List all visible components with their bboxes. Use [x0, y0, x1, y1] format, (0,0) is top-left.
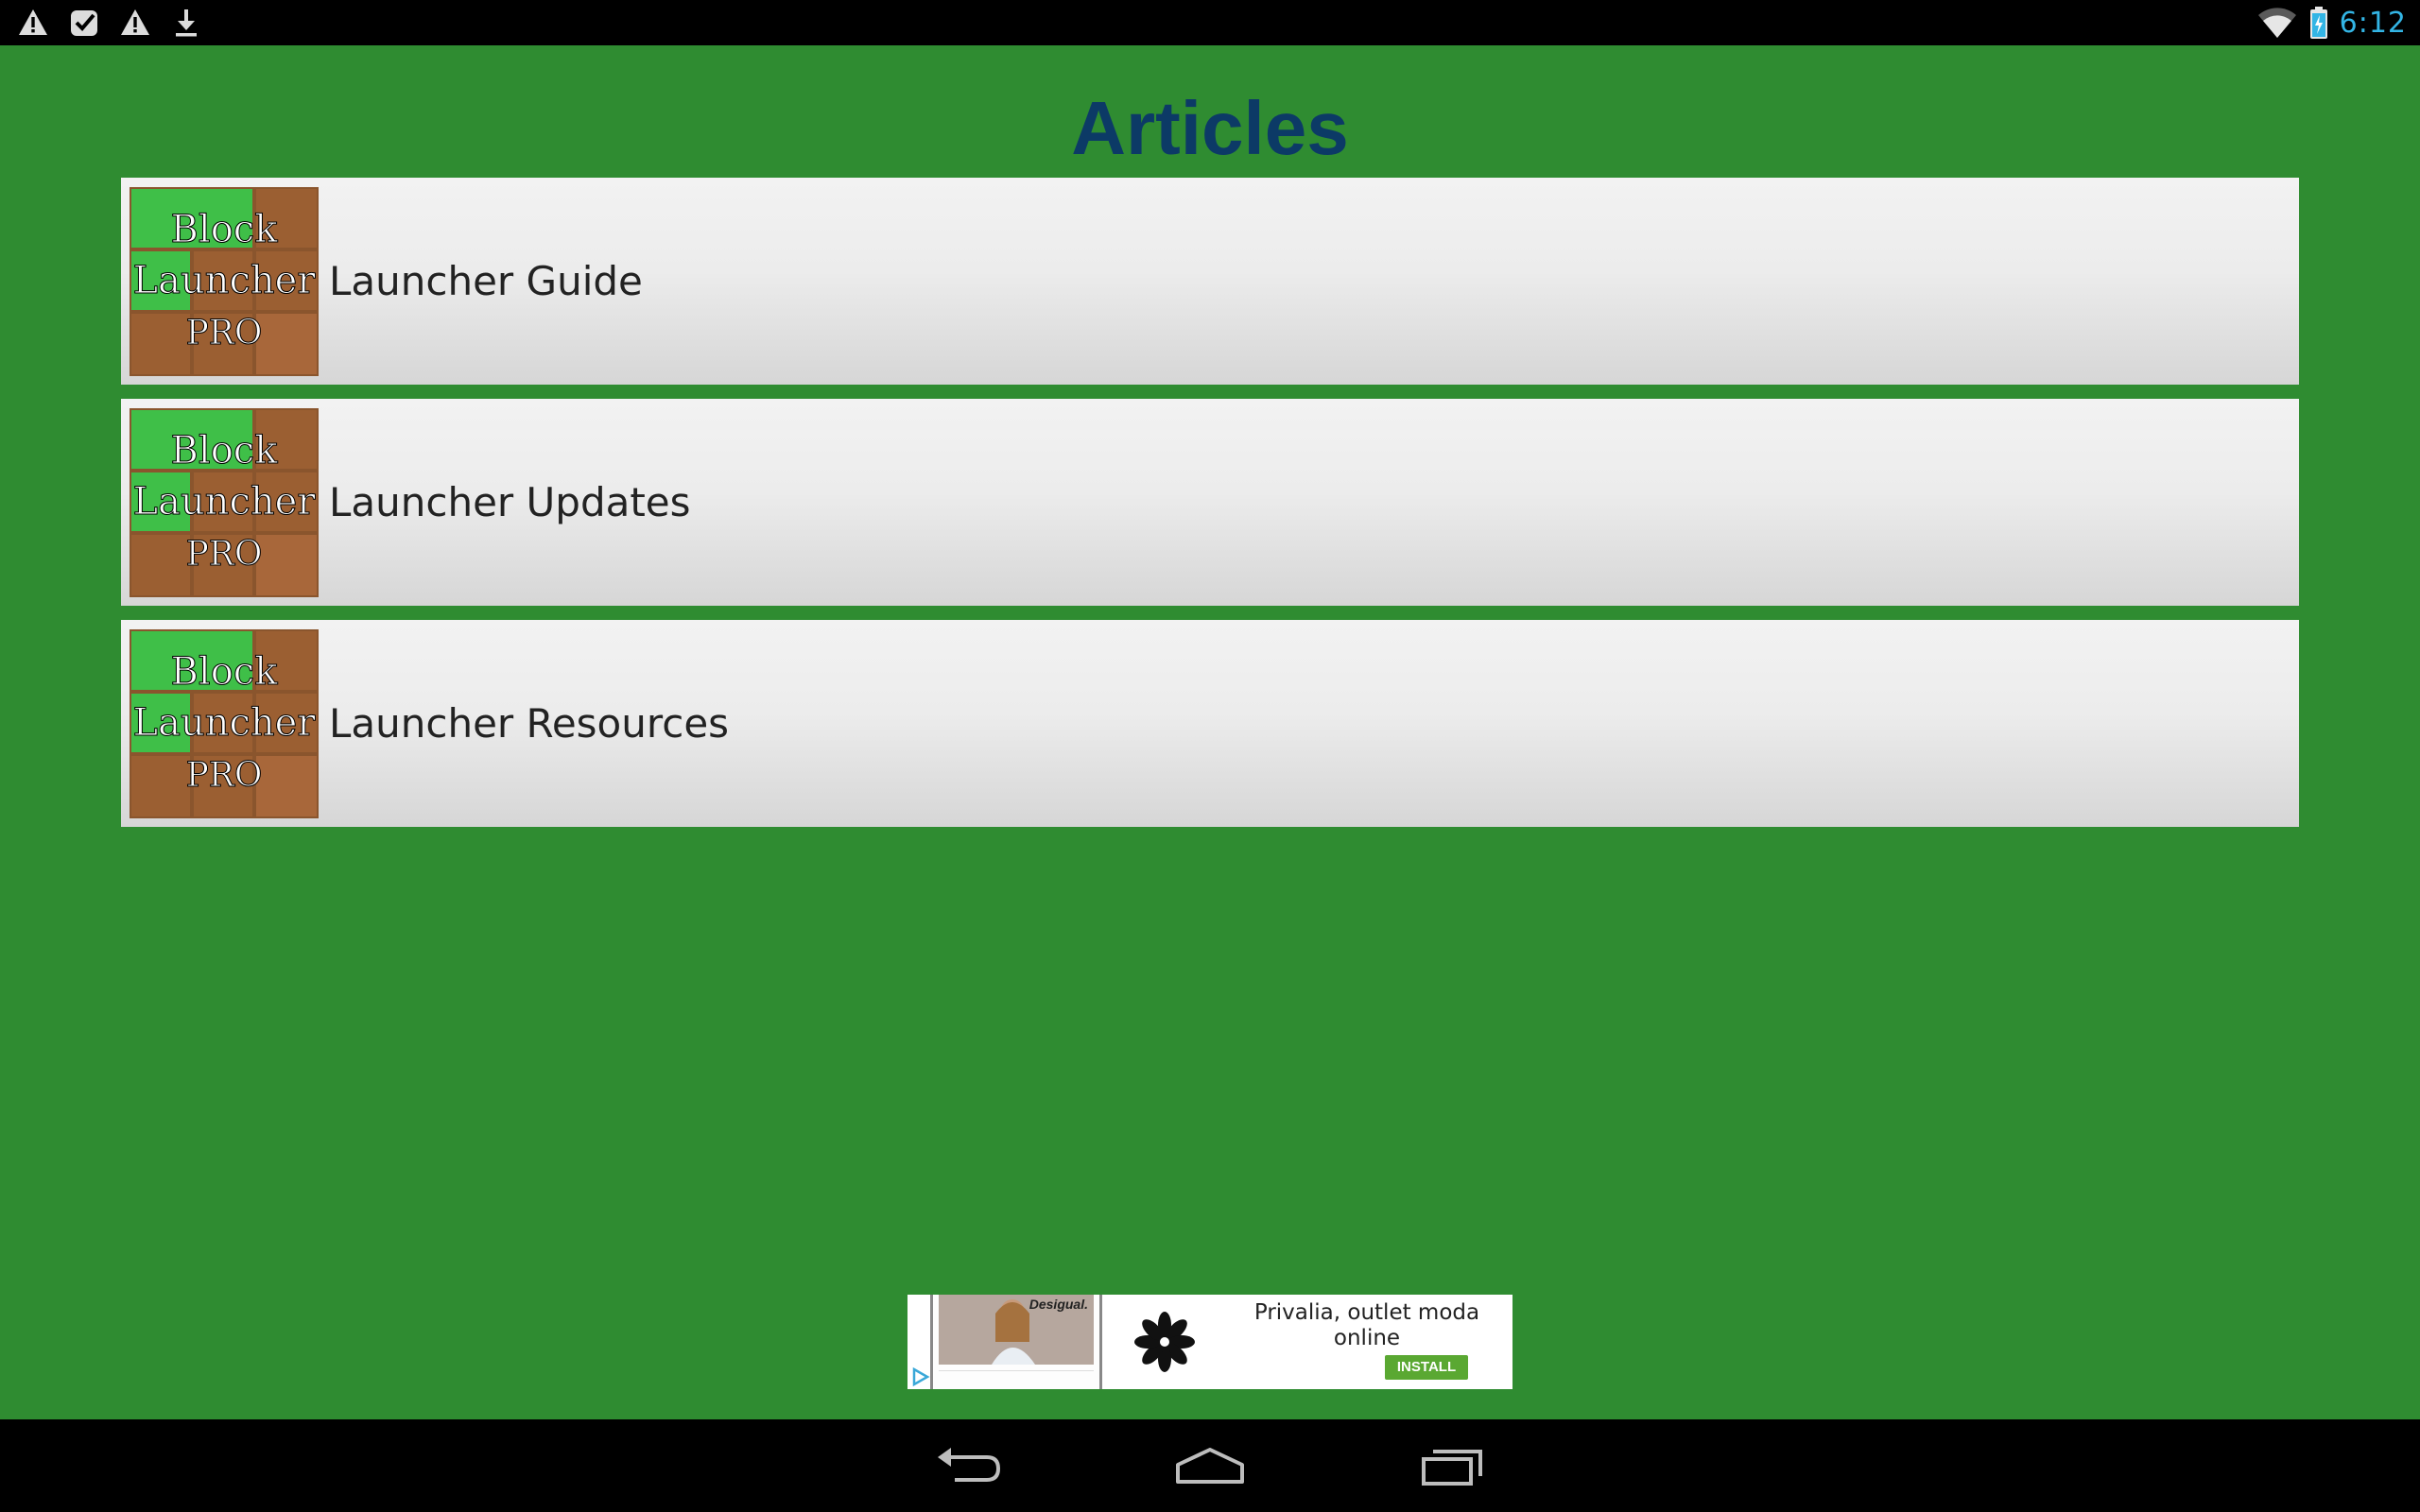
battery-charging-icon: [2309, 7, 2327, 39]
wifi-icon: [2257, 8, 2296, 38]
thumbnail-text-block: Block: [171, 208, 279, 251]
thumbnail-text-pro: PRO: [186, 314, 263, 352]
recent-apps-icon[interactable]: [1414, 1442, 1490, 1489]
ad-photo: Desigual.: [939, 1295, 1094, 1365]
ad-headline: Privalia, outlet moda online: [1253, 1300, 1480, 1350]
navigation-bar: [0, 1419, 2420, 1512]
system-icons: 6:12: [2256, 4, 2407, 42]
ad-product-image[interactable]: Desigual.: [930, 1295, 1102, 1389]
block-launcher-pro-thumbnail: Block Launcher PRO: [130, 629, 319, 818]
article-label: Launcher Resources: [329, 700, 730, 747]
ad-app-logo: [1110, 1295, 1219, 1389]
article-item-launcher-updates[interactable]: Block Launcher PRO Launcher Updates: [121, 399, 2299, 606]
checkbox-icon: [71, 10, 97, 36]
ad-caption-strip: [939, 1370, 1094, 1384]
article-item-launcher-guide[interactable]: Block Launcher PRO Launcher Guide: [121, 178, 2299, 385]
ad-install-button[interactable]: INSTALL: [1385, 1355, 1468, 1380]
warning-icon: [121, 9, 149, 35]
ad-banner[interactable]: Desigual. Privalia, outlet moda online I…: [908, 1295, 1512, 1389]
back-icon[interactable]: [930, 1442, 1006, 1489]
clock: 6:12: [2339, 6, 2407, 40]
home-icon[interactable]: [1172, 1442, 1248, 1489]
notification-icons: [17, 4, 202, 42]
thumbnail-text-block: Block: [171, 650, 279, 694]
thumbnail-text-block: Block: [171, 429, 279, 472]
article-item-launcher-resources[interactable]: Block Launcher PRO Launcher Resources: [121, 620, 2299, 827]
block-launcher-pro-thumbnail: Block Launcher PRO: [130, 408, 319, 597]
status-bar: 6:12: [0, 0, 2420, 45]
ad-brand: Desigual.: [1028, 1297, 1088, 1312]
thumbnail-text-launcher: Launcher: [133, 480, 317, 524]
thumbnail-text-pro: PRO: [186, 756, 263, 795]
flower-icon: [1134, 1312, 1195, 1372]
thumbnail-text-pro: PRO: [186, 535, 263, 574]
article-label: Launcher Updates: [329, 479, 691, 525]
article-list: Block Launcher PRO Launcher Guide Block …: [121, 178, 2299, 841]
block-launcher-pro-thumbnail: Block Launcher PRO: [130, 187, 319, 376]
page-title: Articles: [1071, 86, 1349, 170]
article-label: Launcher Guide: [329, 258, 643, 304]
thumbnail-text-launcher: Launcher: [133, 259, 317, 302]
warning-icon: [19, 9, 47, 35]
thumbnail-text-launcher: Launcher: [133, 701, 317, 745]
download-icon: [176, 9, 197, 37]
ad-choices-icon[interactable]: [909, 1366, 930, 1387]
